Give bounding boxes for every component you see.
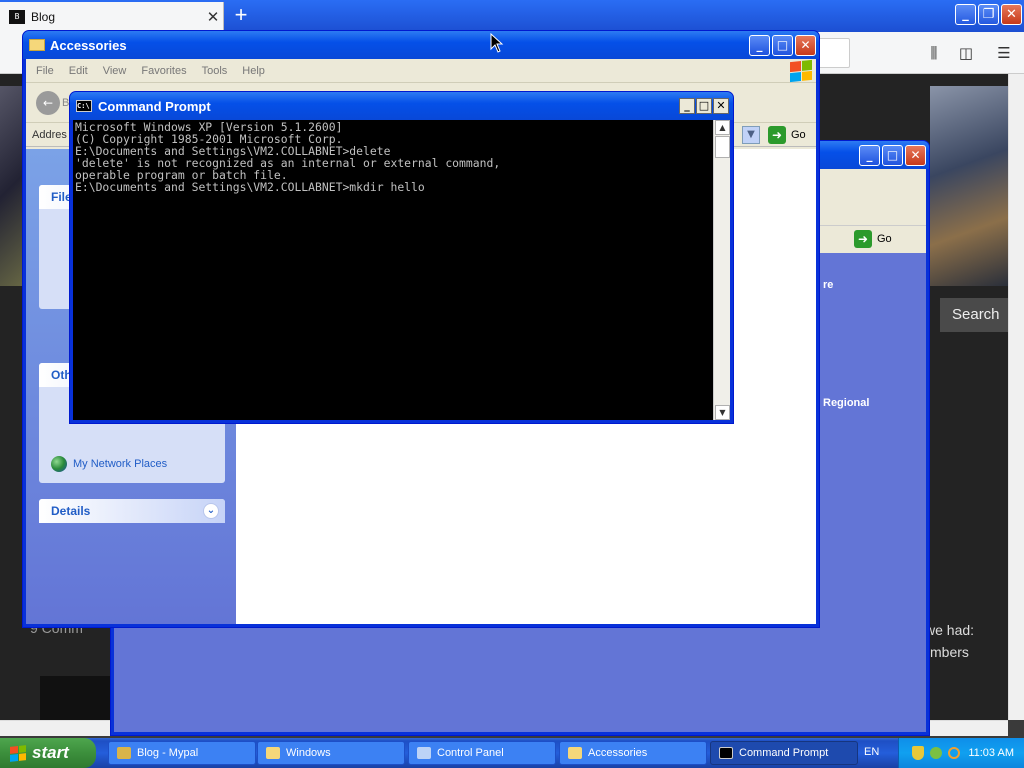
menu-tools[interactable]: Tools xyxy=(202,65,228,77)
task-label: Windows xyxy=(286,747,331,759)
menu-icon[interactable]: ☰ xyxy=(994,44,1014,62)
browser-close-button[interactable]: ✕ xyxy=(1001,4,1022,25)
content-image-left xyxy=(0,86,24,286)
details-panel: Details ⌄ xyxy=(39,499,225,523)
browser-minimize-button[interactable]: _ xyxy=(955,4,976,25)
windows-close-button[interactable]: ✕ xyxy=(905,144,926,166)
my-network-places-link[interactable]: My Network Places xyxy=(39,453,225,472)
windows-go-button[interactable]: ➜ Go xyxy=(854,230,892,248)
network-places-icon xyxy=(51,455,67,472)
accessories-maximize-button[interactable]: □ xyxy=(772,34,793,56)
scroll-up-icon[interactable]: ▲ xyxy=(715,120,730,135)
my-network-places-label: My Network Places xyxy=(73,457,168,470)
cmd-app-icon: C:\ xyxy=(76,100,92,112)
taskbar-item-command-prompt[interactable]: Command Prompt xyxy=(710,741,858,765)
accessories-title: Accessories xyxy=(50,37,127,53)
accessories-close-button[interactable]: ✕ xyxy=(795,34,816,56)
content-text-2: mbers xyxy=(930,644,969,660)
windows-section-text-2: Regional xyxy=(823,397,870,409)
cmd-minimize-button[interactable]: _ xyxy=(679,98,695,114)
cmd-titlebar[interactable]: C:\ Command Prompt _ □ ✕ xyxy=(70,92,733,120)
scroll-down-icon[interactable]: ▼ xyxy=(715,405,730,420)
start-label: start xyxy=(32,743,69,762)
cmd-line: E:\Documents and Settings\VM2.COLLABNET>… xyxy=(75,180,425,194)
menu-file[interactable]: File xyxy=(36,65,54,77)
go-arrow-icon: ➜ xyxy=(854,230,872,248)
language-indicator[interactable]: EN xyxy=(864,746,879,758)
network-icon[interactable] xyxy=(930,747,943,759)
security-shield-icon[interactable] xyxy=(912,746,925,760)
task-label: Control Panel xyxy=(437,747,504,759)
browser-icon xyxy=(117,747,131,759)
taskbar-item-blog[interactable]: Blog - Mypal xyxy=(108,741,256,765)
cmd-maximize-button[interactable]: □ xyxy=(696,98,712,114)
cmd-scrollbar[interactable]: ▲ ▼ xyxy=(713,120,730,420)
back-arrow-icon[interactable]: ← xyxy=(36,91,60,115)
menu-favorites[interactable]: Favorites xyxy=(141,65,186,77)
cmd-output[interactable]: Microsoft Windows XP [Version 5.1.2600](… xyxy=(73,120,713,420)
library-icon[interactable]: ⫼ xyxy=(924,44,944,62)
task-label: Blog - Mypal xyxy=(137,747,199,759)
windows-logo-icon xyxy=(790,59,812,83)
accessories-titlebar[interactable]: Accessories _ □ ✕ xyxy=(23,31,819,59)
cmd-title: Command Prompt xyxy=(98,98,211,114)
go-arrow-icon: ➜ xyxy=(768,126,786,144)
windows-go-label: Go xyxy=(877,233,892,245)
taskbar-item-control-panel[interactable]: Control Panel xyxy=(408,741,556,765)
browser-restore-button[interactable]: ❐ xyxy=(978,4,999,25)
details-label: Details xyxy=(51,504,91,518)
folder-icon xyxy=(568,747,582,759)
close-tab-icon[interactable]: ✕ xyxy=(203,8,223,26)
folder-icon xyxy=(266,747,280,759)
blog-favicon-icon: B xyxy=(9,10,25,24)
chevron-down-icon[interactable]: ⌄ xyxy=(203,503,219,519)
search-tray-icon[interactable] xyxy=(948,747,961,759)
accessories-minimize-button[interactable]: _ xyxy=(749,34,770,56)
address-label: Addres xyxy=(32,129,67,141)
taskbar-item-windows[interactable]: Windows xyxy=(257,741,405,765)
scroll-thumb[interactable] xyxy=(715,136,730,158)
windows-minimize-button[interactable]: _ xyxy=(859,144,880,166)
mouse-cursor-icon xyxy=(490,33,504,53)
blog-search-button[interactable]: Search xyxy=(940,298,1008,332)
command-prompt-window[interactable]: C:\ Command Prompt _ □ ✕ Microsoft Windo… xyxy=(69,91,734,424)
clock: 11:03 AM xyxy=(968,747,1014,759)
content-thumbnail xyxy=(40,676,110,720)
cmd-close-button[interactable]: ✕ xyxy=(713,98,729,114)
menu-help[interactable]: Help xyxy=(242,65,265,77)
windows-logo-icon xyxy=(10,744,26,762)
system-tray: 11:03 AM xyxy=(898,738,1024,768)
new-tab-button[interactable]: + xyxy=(228,2,254,30)
browser-tab[interactable]: B Blog ✕ xyxy=(0,2,224,32)
accessories-menubar: File Edit View Favorites Tools Help xyxy=(26,59,816,83)
cmd-console[interactable]: Microsoft Windows XP [Version 5.1.2600](… xyxy=(73,120,730,420)
content-image-city xyxy=(930,86,1008,286)
menu-edit[interactable]: Edit xyxy=(69,65,88,77)
control-panel-icon xyxy=(417,747,431,759)
accessories-go-label: Go xyxy=(791,129,806,141)
address-dropdown-icon[interactable]: ▼ xyxy=(742,126,760,144)
windows-maximize-button[interactable]: □ xyxy=(882,144,903,166)
taskbar-item-accessories[interactable]: Accessories xyxy=(559,741,707,765)
browser-tab-title: Blog xyxy=(31,10,56,24)
content-text-1: we had: xyxy=(925,622,975,638)
sidebar-icon[interactable]: ◫ xyxy=(956,44,976,62)
accessories-go-button[interactable]: ➜ Go xyxy=(768,126,806,144)
cmd-app-icon xyxy=(719,747,733,759)
windows-section-text-1: re xyxy=(823,279,834,291)
browser-vertical-scrollbar[interactable] xyxy=(1008,74,1024,720)
start-button[interactable]: start xyxy=(0,738,96,768)
details-header[interactable]: Details ⌄ xyxy=(39,499,225,523)
menu-view[interactable]: View xyxy=(103,65,127,77)
task-label: Accessories xyxy=(588,747,648,759)
task-label: Command Prompt xyxy=(739,747,829,759)
folder-icon xyxy=(29,39,45,51)
